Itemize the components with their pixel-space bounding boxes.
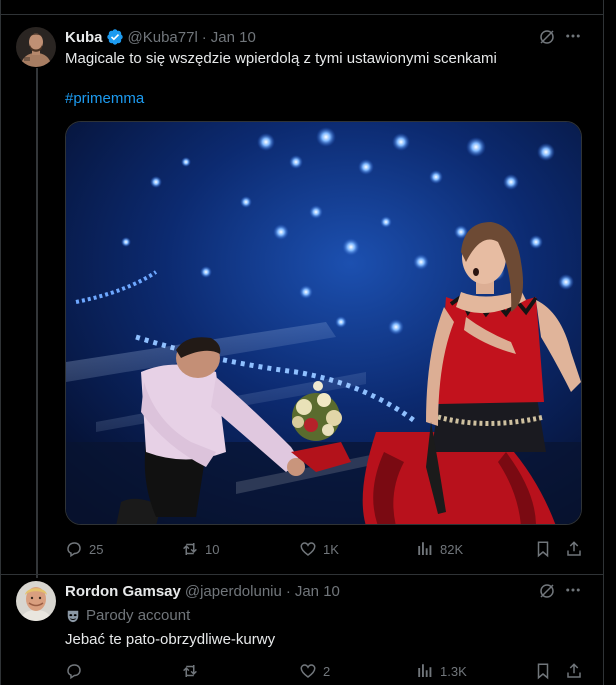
more-icon[interactable]: [564, 27, 582, 50]
reply-button[interactable]: [65, 662, 89, 680]
views-button[interactable]: 82K: [416, 540, 463, 558]
bookmark-icon: [537, 541, 549, 558]
tweet-header: Kuba @Kuba77l · Jan 10: [65, 27, 256, 47]
views-icon: [418, 664, 432, 677]
author-avatar[interactable]: [16, 27, 56, 67]
views-count: 1.3K: [440, 663, 467, 679]
timeline-border-right: [603, 0, 604, 685]
tweet-divider: [1, 574, 603, 575]
like-count: 2: [323, 663, 331, 679]
views-count: 82K: [440, 541, 464, 557]
like-button[interactable]: 1K: [299, 540, 339, 558]
separator-dot: ·: [201, 28, 207, 46]
tweet-action-bar: 2 1.3K: [65, 662, 585, 682]
tweet-text: Jebać te pato-obrzydliwe-kurwy: [65, 631, 276, 648]
reply-button[interactable]: 25: [65, 540, 103, 558]
reply-icon: [67, 664, 81, 680]
tweet-text: Magicale to się wszędzie wpierdolą z tym…: [65, 50, 497, 67]
like-icon: [300, 664, 316, 678]
grok-icon[interactable]: [538, 582, 556, 605]
author-name[interactable]: Kuba: [65, 29, 103, 46]
author-handle[interactable]: @Kuba77l: [128, 29, 198, 46]
like-button[interactable]: 2: [299, 662, 330, 680]
author-name[interactable]: Rordon Gamsay: [65, 583, 181, 600]
more-icon[interactable]: [564, 581, 582, 604]
timeline-border-left: [0, 0, 1, 685]
parody-mask-icon: [66, 609, 80, 623]
tweet-date[interactable]: Jan 10: [211, 29, 256, 46]
retweet-button[interactable]: 10: [181, 540, 219, 558]
reply-icon: [67, 542, 81, 558]
bookmark-button[interactable]: [534, 662, 552, 680]
share-button[interactable]: [565, 662, 583, 680]
parody-label-text: Parody account: [86, 607, 191, 624]
tweet-action-bar: 25 10 1K 82K: [65, 540, 585, 560]
grok-icon[interactable]: [538, 28, 556, 51]
author-avatar[interactable]: [16, 581, 56, 621]
like-count: 1K: [323, 541, 339, 557]
thread-connector-line: [36, 68, 38, 578]
bookmark-icon: [537, 663, 549, 680]
views-button[interactable]: 1.3K: [416, 662, 467, 680]
retweet-button[interactable]: [181, 662, 205, 680]
tweet-header: Rordon Gamsay @japerdoluniu · Jan 10: [65, 581, 340, 601]
timeline-border-top: [0, 14, 604, 15]
views-icon: [418, 542, 432, 555]
tweet-date[interactable]: Jan 10: [295, 583, 340, 600]
tweet-media-image[interactable]: [65, 121, 582, 525]
parody-label: Parody account: [66, 607, 190, 624]
share-icon: [567, 541, 581, 556]
bookmark-button[interactable]: [534, 540, 552, 558]
retweet-icon: [183, 665, 197, 677]
hashtag-link[interactable]: #primemma: [65, 90, 144, 107]
share-icon: [567, 663, 581, 678]
retweet-count: 10: [205, 541, 220, 557]
verified-badge-icon[interactable]: [106, 28, 124, 46]
like-icon: [300, 542, 316, 556]
reply-count: 25: [89, 541, 104, 557]
author-handle[interactable]: @japerdoluniu: [185, 583, 282, 600]
share-button[interactable]: [565, 540, 583, 558]
separator-dot: ·: [285, 582, 291, 600]
retweet-icon: [183, 543, 197, 555]
